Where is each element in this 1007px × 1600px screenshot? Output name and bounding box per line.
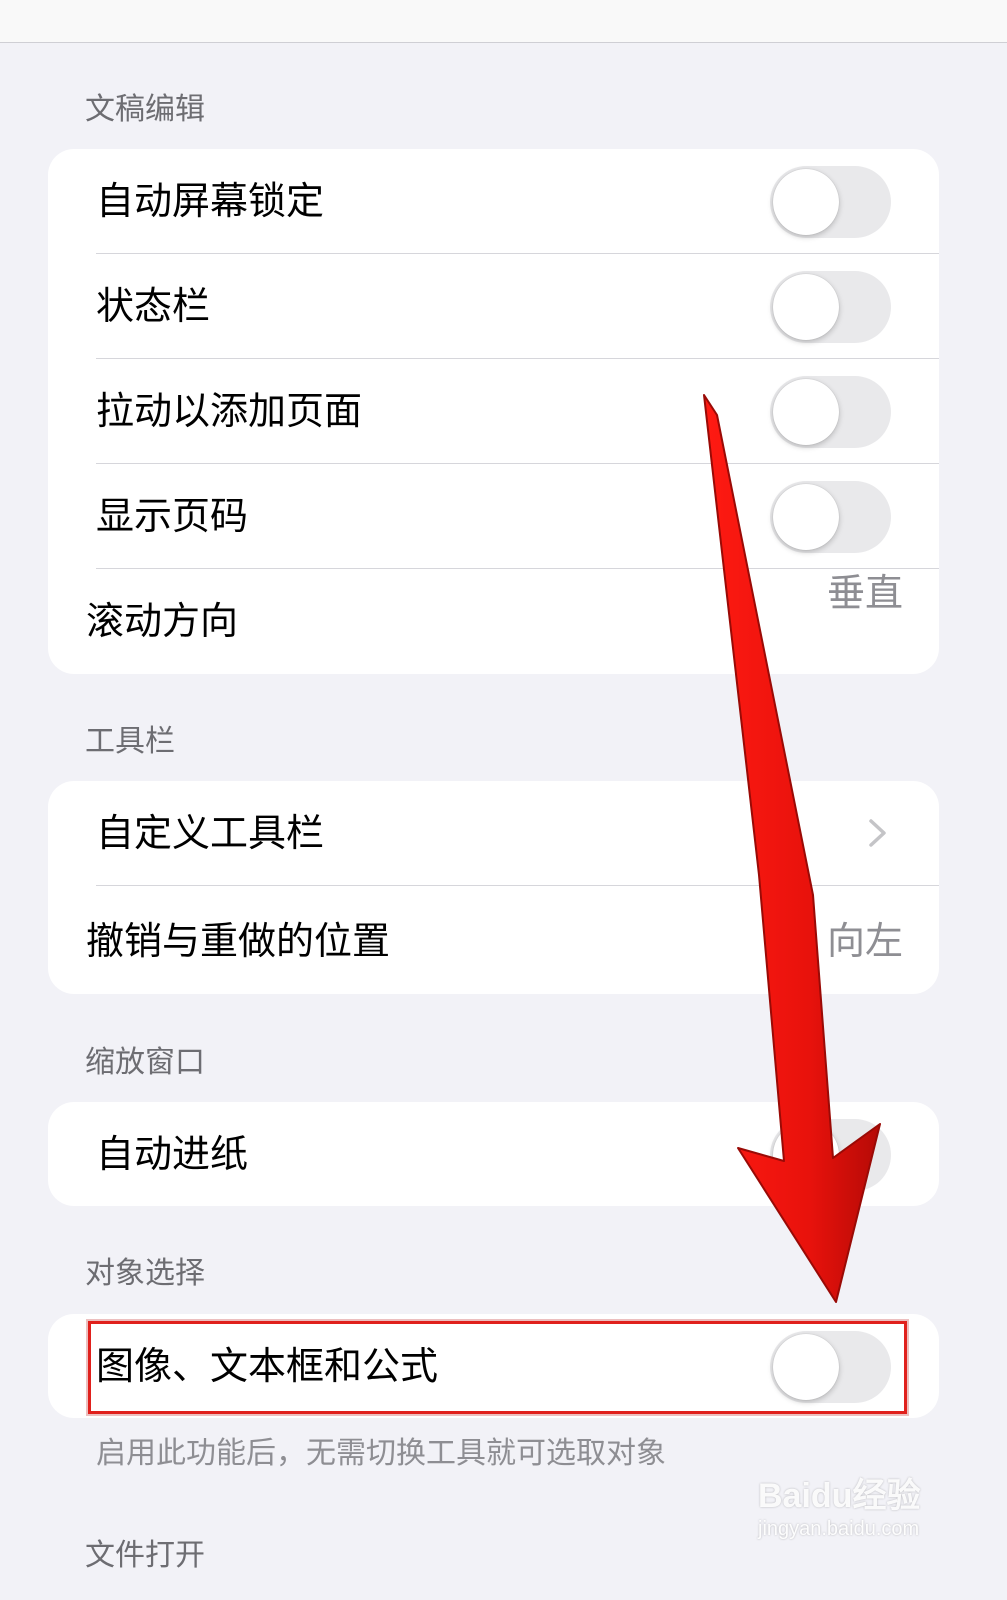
section-footnote: 启用此功能后，无需切换工具就可选取对象 <box>96 1436 666 1471</box>
watermark-logo-text: Baidu经验 <box>758 1477 921 1515</box>
setting-label: 状态栏 <box>96 284 211 328</box>
section-header-object-selection: 对象选择 <box>85 1256 205 1291</box>
settings-group-document-editing: 自动屏幕锁定 状态栏 拉动以添加页面 显示页码 滚动方向 垂直 <box>48 149 939 674</box>
section-header-document-editing: 文稿编辑 <box>85 92 205 127</box>
setting-row-undo-redo-position[interactable]: 撤销与重做的位置 向左 <box>48 889 939 994</box>
auto-advance-toggle[interactable] <box>770 1119 891 1191</box>
undo-redo-position-value: 向左 <box>826 919 903 963</box>
setting-label: 拉动以添加页面 <box>96 389 363 433</box>
setting-row-pull-to-add-page[interactable]: 拉动以添加页面 <box>48 359 939 464</box>
scroll-direction-value: 垂直 <box>826 571 903 615</box>
setting-label: 撤销与重做的位置 <box>86 919 391 963</box>
setting-row-scroll-direction[interactable]: 滚动方向 垂直 <box>48 569 939 674</box>
section-header-toolbar: 工具栏 <box>85 724 175 759</box>
chevron-right-icon <box>869 819 886 847</box>
top-navigation-bar <box>0 0 1007 43</box>
status-bar-toggle[interactable] <box>770 271 891 343</box>
setting-row-show-page-numbers[interactable]: 显示页码 <box>48 464 939 569</box>
settings-group-toolbar: 自定义工具栏 撤销与重做的位置 向左 <box>48 781 939 994</box>
setting-row-status-bar[interactable]: 状态栏 <box>48 254 939 359</box>
auto-screen-lock-toggle[interactable] <box>770 166 891 238</box>
toggle-knob <box>773 1122 839 1188</box>
watermark-url: jingyan.baidu.com <box>758 1518 920 1540</box>
baidu-jingyan-watermark: Baidu经验 jingyan.baidu.com <box>758 1468 938 1552</box>
setting-row-customize-toolbar[interactable]: 自定义工具栏 <box>48 781 939 886</box>
setting-label: 滚动方向 <box>86 599 239 643</box>
row-divider <box>96 885 939 886</box>
toggle-knob <box>773 379 839 445</box>
setting-label: 自定义工具栏 <box>96 811 325 855</box>
setting-row-auto-advance[interactable]: 自动进纸 <box>48 1102 939 1206</box>
settings-group-zoom-window: 自动进纸 <box>48 1102 939 1206</box>
setting-label: 自动进纸 <box>96 1132 249 1176</box>
setting-row-auto-screen-lock[interactable]: 自动屏幕锁定 <box>48 149 939 254</box>
section-header-file-open: 文件打开 <box>85 1538 205 1573</box>
setting-label: 显示页码 <box>96 494 249 538</box>
setting-label: 自动屏幕锁定 <box>96 179 325 223</box>
section-header-zoom-window: 缩放窗口 <box>85 1045 205 1080</box>
pull-to-add-page-toggle[interactable] <box>770 376 891 448</box>
toggle-knob <box>773 169 839 235</box>
toggle-knob <box>773 274 839 340</box>
highlight-box-annotation <box>88 1321 907 1414</box>
